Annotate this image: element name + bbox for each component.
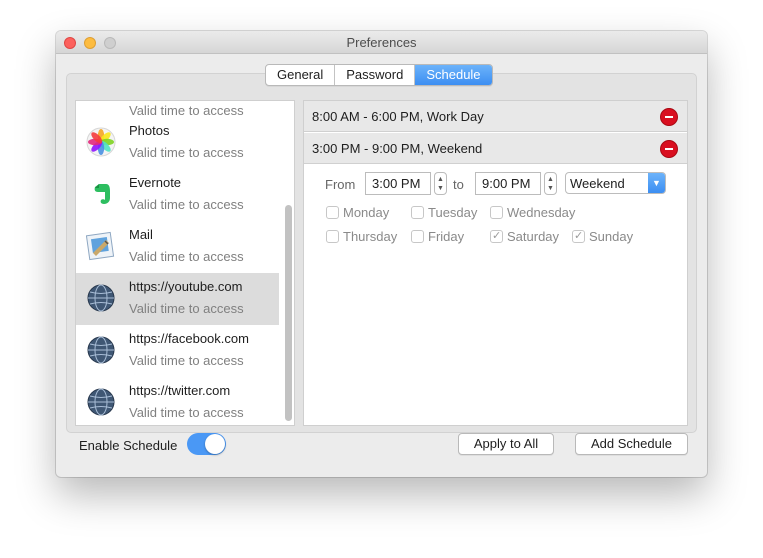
list-item-subtitle: Valid time to access: [129, 249, 244, 264]
schedule-panel: 8:00 AM - 6:00 PM, Work Day 3:00 PM - 9:…: [303, 100, 688, 426]
friday-label: Friday: [428, 229, 465, 244]
toggle-knob: [205, 434, 225, 454]
preferences-window: Preferences General Password Schedule Va…: [56, 31, 707, 477]
list-item-evernote[interactable]: Evernote Valid time to access: [76, 169, 279, 221]
saturday-checkbox[interactable]: [490, 229, 503, 243]
window-title: Preferences: [346, 35, 417, 50]
to-label: to: [453, 177, 464, 192]
tuesday-checkbox[interactable]: [411, 206, 424, 219]
stepper-up-icon: ▲: [547, 176, 554, 183]
tuesday-label: Tuesday: [428, 205, 478, 220]
evernote-icon: [94, 184, 110, 204]
globe-icon: [87, 284, 115, 312]
monday-label: Monday: [343, 205, 390, 220]
wednesday-label: Wednesday: [507, 205, 576, 220]
list-item-subtitle: Valid time to access: [129, 353, 244, 368]
list-item-name: Mail: [129, 227, 153, 242]
list-item-name: https://twitter.com: [129, 383, 231, 398]
schedule-label: 3:00 PM - 9:00 PM, Weekend: [312, 141, 483, 156]
list-item-youtube[interactable]: https://youtube.com Valid time to access: [76, 273, 279, 325]
tab-general[interactable]: General: [266, 65, 336, 85]
sunday-checkbox[interactable]: [572, 229, 585, 243]
schedule-label: 8:00 AM - 6:00 PM, Work Day: [312, 109, 484, 124]
from-time-field[interactable]: 3:00 PM: [365, 172, 431, 195]
stepper-down-icon: ▼: [547, 185, 554, 192]
schedule-row[interactable]: 3:00 PM - 9:00 PM, Weekend: [304, 133, 687, 164]
app-list[interactable]: Valid time to access Photos Valid time t…: [75, 100, 295, 426]
add-schedule-button[interactable]: Add Schedule: [575, 433, 688, 455]
saturday-label: Saturday: [507, 229, 560, 244]
list-item-subtitle: Valid time to access: [129, 145, 244, 160]
list-item-photos[interactable]: Photos Valid time to access: [76, 117, 279, 169]
list-item-name: Evernote: [129, 175, 182, 190]
enable-schedule-label: Enable Schedule: [79, 438, 178, 453]
title-bar[interactable]: Preferences: [56, 31, 707, 54]
tab-schedule[interactable]: Schedule: [415, 65, 492, 85]
thursday-label: Thursday: [343, 229, 398, 244]
enable-schedule-toggle[interactable]: [187, 433, 226, 455]
photos-icon: [86, 127, 116, 157]
to-time-field[interactable]: 9:00 PM: [475, 172, 541, 195]
sunday-label: Sunday: [589, 229, 634, 244]
friday-checkbox[interactable]: [411, 230, 424, 243]
wednesday-checkbox[interactable]: [490, 206, 503, 219]
list-scrollbar[interactable]: [282, 101, 294, 425]
from-label: From: [325, 177, 356, 192]
list-item-name: https://facebook.com: [129, 331, 249, 346]
list-item-subtitle: Valid time to access: [129, 103, 244, 118]
list-scroll-thumb[interactable]: [285, 205, 292, 421]
list-item-subtitle: Valid time to access: [129, 301, 244, 316]
tab-bar: General Password Schedule: [265, 64, 493, 86]
remove-schedule-icon[interactable]: [660, 140, 678, 158]
from-time-stepper[interactable]: ▲ ▼: [434, 172, 447, 195]
stepper-up-icon: ▲: [437, 176, 444, 183]
remove-schedule-icon[interactable]: [660, 108, 678, 126]
monday-checkbox[interactable]: [326, 206, 339, 219]
preset-select[interactable]: Weekend ▼: [565, 172, 666, 194]
list-item-subtitle: Valid time to access: [129, 405, 244, 420]
tab-password[interactable]: Password: [335, 65, 416, 85]
to-time-stepper[interactable]: ▲ ▼: [544, 172, 557, 195]
apply-to-all-button[interactable]: Apply to All: [458, 433, 554, 455]
preset-value: Weekend: [570, 176, 625, 191]
list-item-mail[interactable]: Mail Valid time to access: [76, 221, 279, 273]
list-item-subtitle: Valid time to access: [129, 197, 244, 212]
chevron-down-icon: ▼: [648, 173, 665, 193]
list-item-facebook[interactable]: https://facebook.com Valid time to acces…: [76, 325, 279, 377]
stepper-down-icon: ▼: [437, 185, 444, 192]
list-item-name: Photos: [129, 123, 170, 138]
globe-icon: [87, 336, 115, 364]
schedule-row[interactable]: 8:00 AM - 6:00 PM, Work Day: [304, 101, 687, 132]
globe-icon: [87, 388, 115, 416]
mail-icon: [86, 231, 115, 261]
list-item-twitter[interactable]: https://twitter.com Valid time to access: [76, 377, 279, 425]
list-item-name: https://youtube.com: [129, 279, 243, 294]
thursday-checkbox[interactable]: [326, 230, 339, 243]
